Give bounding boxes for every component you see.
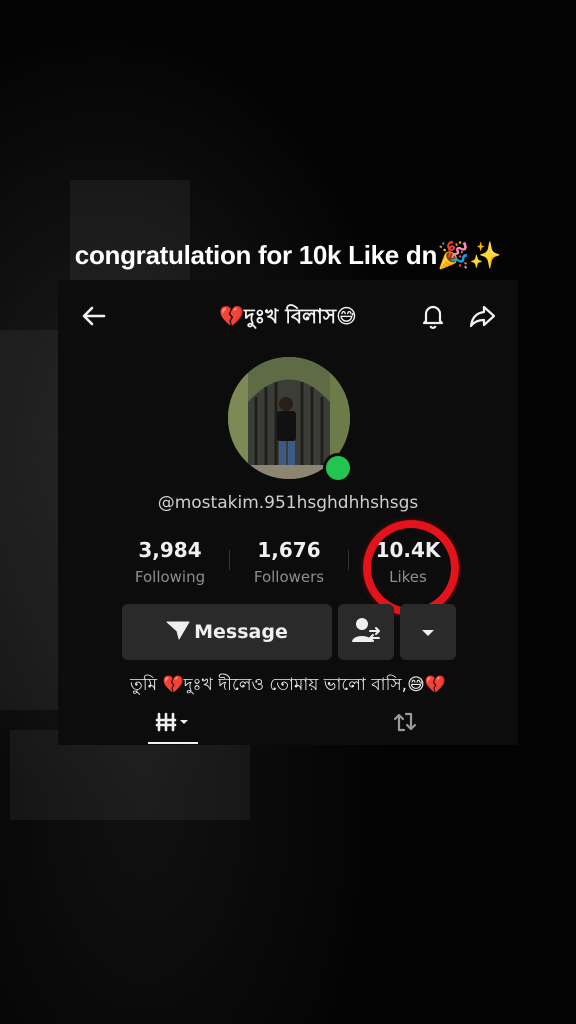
profile-top-bar: 💔দুঃখ বিলাস😅 — [58, 294, 518, 334]
repost-icon — [391, 710, 419, 738]
bell-icon[interactable] — [415, 298, 451, 334]
add-friend-button[interactable] — [338, 604, 394, 660]
tab-reposts[interactable] — [388, 710, 422, 738]
background-shadow-band — [0, 330, 60, 710]
following-count: 3,984 — [138, 538, 202, 562]
profile-title: 💔দুঃখ বিলাস😅 — [219, 304, 357, 328]
send-icon — [166, 620, 190, 645]
congratulation-caption: congratulation for 10k Like dn🎉✨ — [74, 240, 502, 270]
grid-icon — [155, 711, 191, 737]
add-friend-icon — [351, 616, 381, 648]
share-icon[interactable] — [464, 298, 500, 334]
followers-label: Followers — [253, 568, 325, 586]
stat-followers[interactable]: 1,676 Followers — [229, 538, 349, 586]
highlight-circle — [363, 520, 459, 616]
following-label: Following — [134, 568, 206, 586]
profile-card: 💔দুঃখ বিলাস😅 @mostakim.951hsghdhhshsgs 3… — [58, 280, 518, 745]
online-status-dot — [323, 453, 353, 483]
message-button[interactable]: Message — [122, 604, 332, 660]
tab-videos[interactable] — [148, 710, 198, 738]
more-options-button[interactable] — [400, 604, 456, 660]
message-label: Message — [194, 621, 288, 643]
username: @mostakim.951hsghdhhshsgs — [157, 493, 419, 513]
back-arrow-icon[interactable] — [76, 298, 112, 334]
chevron-down-icon — [420, 623, 436, 642]
content-tabs — [58, 704, 518, 744]
profile-bio: তুমি 💔দুঃখ দীলেও তোমায় ভালো বাসি,😅💔 — [130, 675, 446, 695]
tab-active-underline — [148, 742, 198, 744]
stat-following[interactable]: 3,984 Following — [110, 538, 230, 586]
followers-count: 1,676 — [257, 538, 321, 562]
